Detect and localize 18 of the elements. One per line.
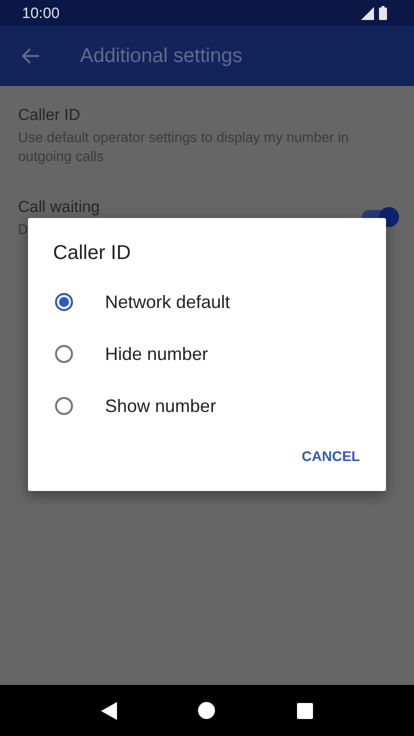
option-label[interactable]: Show number [105,396,216,416]
option-label[interactable]: Hide number [105,344,208,364]
option-label[interactable]: Network default [105,292,230,312]
recents-icon[interactable] [297,702,314,718]
setting-title: Call waiting [18,198,101,218]
battery-icon [379,6,387,20]
home-icon[interactable] [198,702,216,719]
setting-title: Caller ID [18,106,82,126]
back-icon[interactable] [100,702,117,720]
back-arrow-icon[interactable] [22,48,40,64]
dialog-title: Caller ID [52,242,132,266]
clock: 10:00 [22,4,60,22]
cancel-button[interactable]: CANCEL [294,440,368,472]
radio-button[interactable] [55,345,73,363]
radio-button[interactable] [55,397,73,415]
signal-icon [361,6,374,20]
screen-title: Additional settings [80,44,242,68]
radio-button[interactable] [55,293,73,311]
